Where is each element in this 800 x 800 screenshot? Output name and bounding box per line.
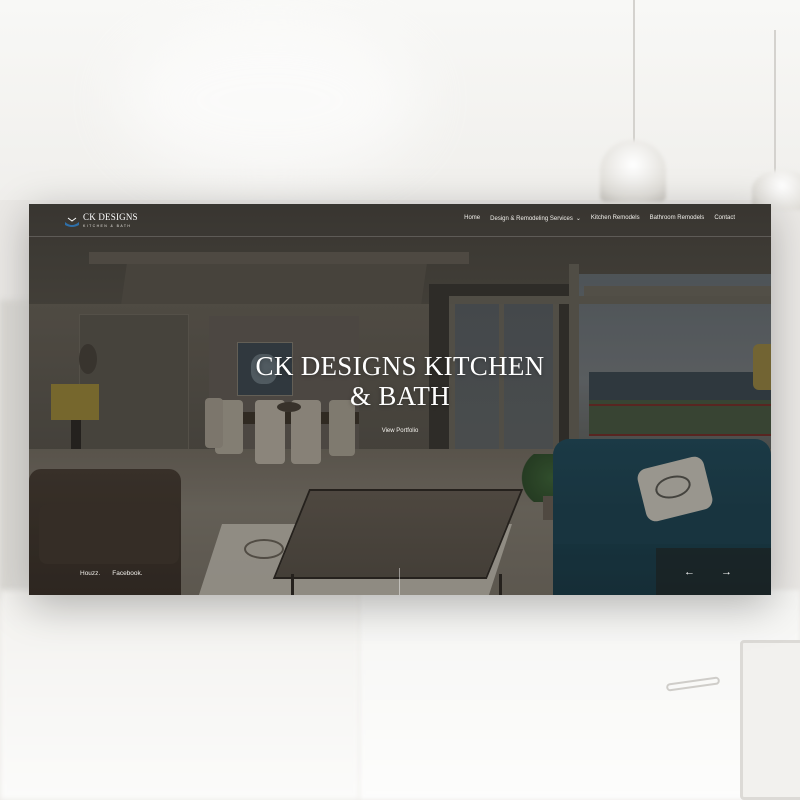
nav-services[interactable]: Design & Remodeling Services ⌄ — [490, 215, 581, 222]
arrow-right-icon[interactable]: → — [721, 567, 732, 578]
hero-title: CK DESIGNS KITCHEN & BATH — [29, 351, 771, 411]
background-oven — [740, 640, 800, 800]
pendant-lamp — [600, 140, 666, 202]
nav-kitchen-remodels[interactable]: Kitchen Remodels — [591, 215, 640, 222]
logo-name: CK DESIGNS — [83, 212, 138, 222]
houzz-link[interactable]: Houzz. — [80, 570, 100, 577]
main-nav: Home Design & Remodeling Services ⌄ Kitch… — [464, 215, 735, 222]
nav-contact[interactable]: Contact — [714, 215, 735, 222]
logo-tagline: KITCHEN & BATH — [83, 224, 132, 228]
slider-controls — [656, 548, 771, 595]
chevron-down-icon: ⌄ — [575, 216, 581, 222]
logo-icon — [64, 215, 80, 227]
nav-bathroom-remodels[interactable]: Bathroom Remodels — [650, 215, 705, 222]
view-portfolio-link[interactable]: View Portfolio — [29, 428, 771, 434]
divider — [399, 568, 400, 595]
site-header: CK DESIGNS KITCHEN & BATH Home Design & … — [29, 204, 771, 237]
background-floor — [0, 590, 360, 800]
hero-title-line1: CK DESIGNS KITCHEN — [255, 351, 545, 381]
arrow-left-icon[interactable]: ← — [684, 567, 695, 578]
nav-services-label: Design & Remodeling Services — [490, 216, 573, 222]
background-cabinet — [360, 590, 800, 800]
site-logo[interactable]: CK DESIGNS KITCHEN & BATH — [64, 213, 138, 228]
facebook-link[interactable]: Facebook. — [112, 570, 142, 577]
website-hero-frame: CK DESIGNS KITCHEN & BATH Home Design & … — [29, 204, 771, 595]
hero-title-line2: & BATH — [349, 381, 451, 411]
nav-home[interactable]: Home — [464, 215, 480, 222]
social-links: Houzz. Facebook. — [80, 570, 143, 577]
